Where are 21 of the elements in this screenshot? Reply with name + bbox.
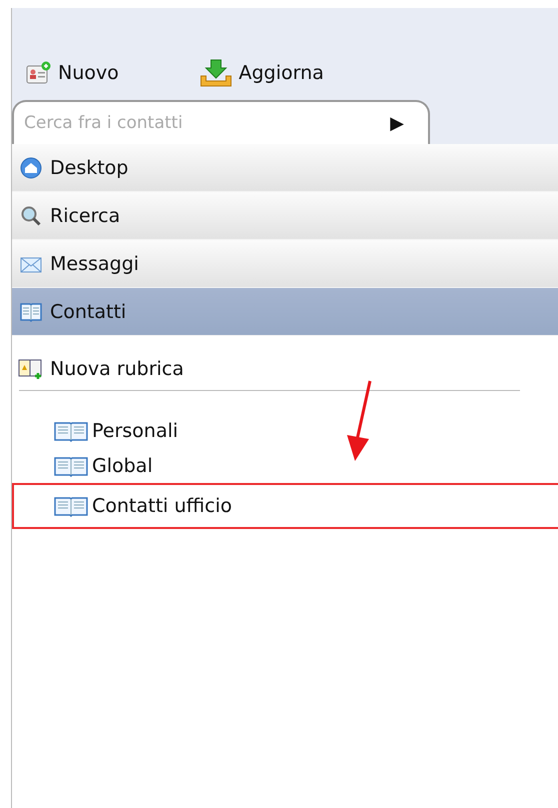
book-icon xyxy=(54,495,88,517)
book-icon xyxy=(54,420,88,442)
envelope-icon xyxy=(20,254,42,272)
download-tray-icon xyxy=(198,58,233,88)
book-icon xyxy=(20,302,42,322)
addressbook-item[interactable]: Personali xyxy=(12,413,558,448)
home-icon xyxy=(20,156,42,178)
nav-item[interactable]: Messaggi xyxy=(12,240,558,288)
toolbar-button[interactable]: Aggiorna xyxy=(198,58,324,88)
search-go-button[interactable]: ▶ xyxy=(382,112,428,134)
search-field[interactable]: Cerca fra i contatti ▶ xyxy=(12,100,430,144)
toolbar-button[interactable]: Nuovo xyxy=(26,61,119,85)
search-icon xyxy=(20,204,42,226)
addressbook-item[interactable]: Contatti ufficio xyxy=(12,483,558,529)
contact-card-icon xyxy=(26,61,52,85)
new-addressbook-link[interactable]: Nuova rubrica xyxy=(12,358,558,380)
nav-item[interactable]: Ricerca xyxy=(12,192,558,240)
addressbook-item[interactable]: Global xyxy=(12,448,558,483)
book-icon xyxy=(54,454,88,476)
nav-item[interactable]: Desktop xyxy=(12,144,558,192)
nav-item[interactable]: Contatti xyxy=(12,288,558,336)
